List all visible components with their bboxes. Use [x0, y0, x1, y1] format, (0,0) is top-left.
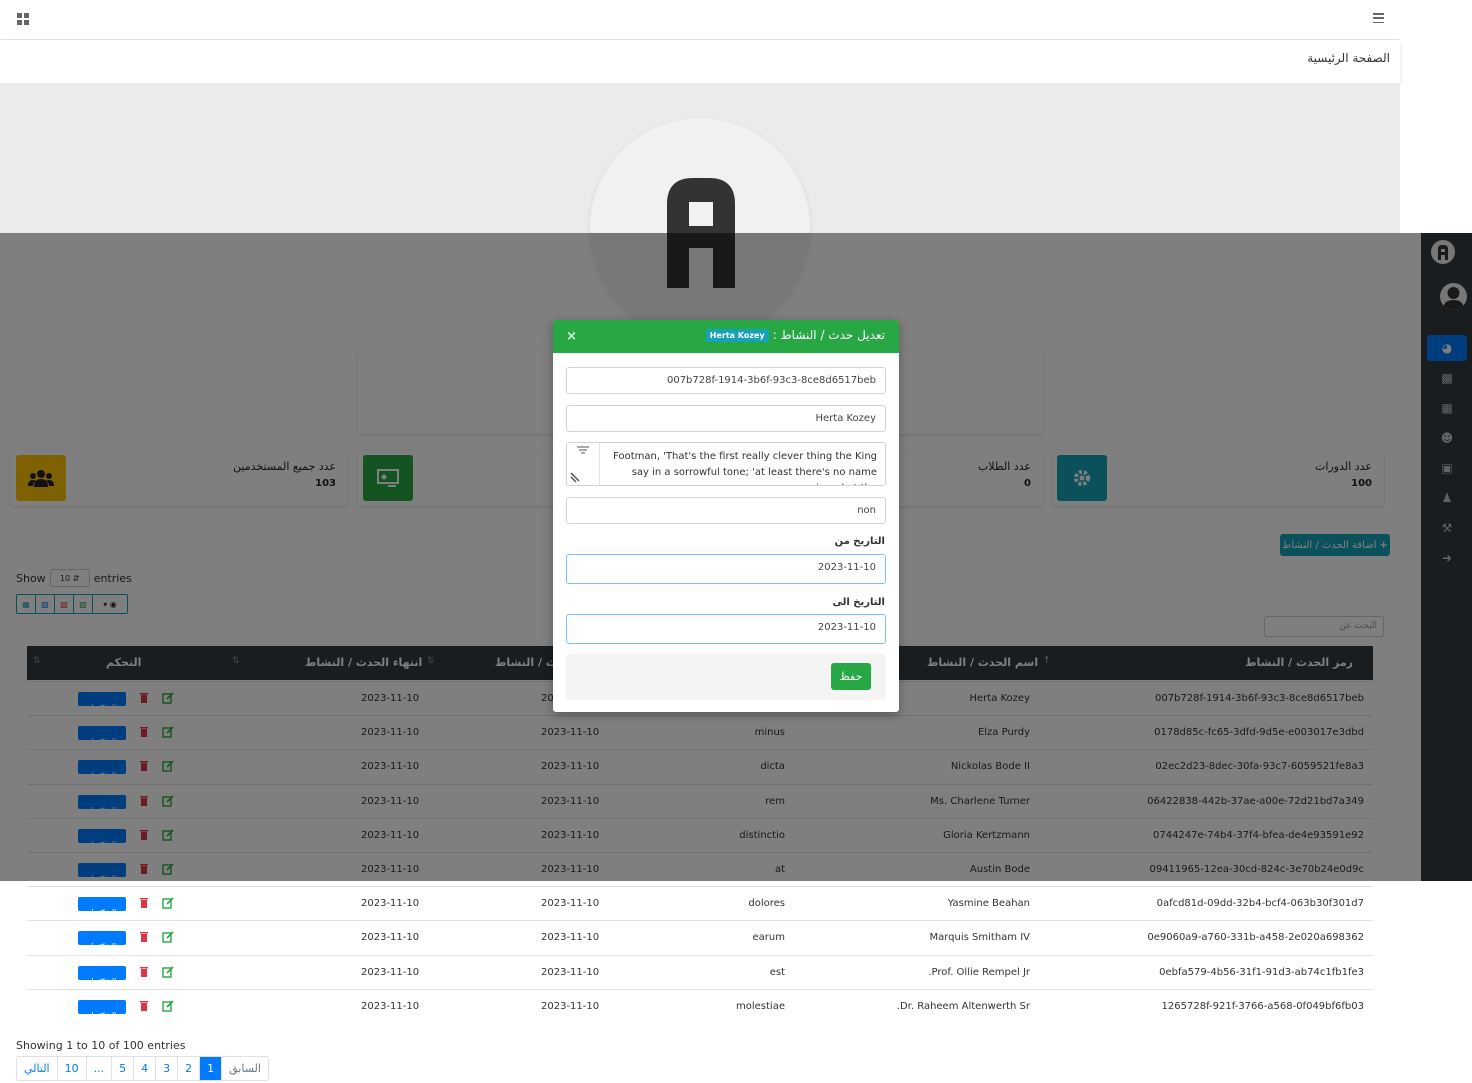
trash-icon[interactable]: [139, 897, 149, 909]
trash-icon[interactable]: [139, 1000, 149, 1011]
modal-title-text: تعديل حدث / النشاط :: [772, 328, 885, 342]
modal-footer: حفظ: [566, 654, 886, 700]
eye-icon: ◉: [98, 942, 106, 952]
event-code-field[interactable]: 007b728f-1914-3b6f-93c3-8ce8d6517beb: [566, 367, 886, 394]
table-row: 0afcd81d-09dd-32b4-bcf4-063b30f301d7 Yasm…: [27, 886, 1373, 920]
edit-event-modal: تعديل حدث / النشاط : Herta Kozey × 007b7…: [553, 320, 899, 712]
eye-icon: ◉: [98, 908, 106, 918]
details-button[interactable]: التفاصيل◉: [78, 965, 126, 986]
page-link[interactable]: 4: [134, 1057, 157, 1080]
close-icon[interactable]: ×: [566, 329, 577, 344]
table-info: Showing 1 to 10 of 100 entries: [16, 1039, 186, 1052]
cell-start: 2023-11-10: [541, 1000, 600, 1012]
page-link[interactable]: 10: [58, 1057, 87, 1080]
table-row: 0e9060a9-a760-331b-a458-2e020a698362 Marq…: [27, 920, 1373, 954]
trash-icon[interactable]: [139, 931, 149, 943]
page-link[interactable]: السابق: [222, 1057, 268, 1080]
cell-start: 2023-11-10: [541, 898, 600, 910]
cell-end: 2023-11-10: [361, 932, 420, 944]
edit-icon[interactable]: [162, 897, 174, 909]
date-to-label: التاريخ الى: [832, 597, 885, 608]
page-link[interactable]: ...: [87, 1057, 113, 1080]
page-link[interactable]: 2: [178, 1057, 201, 1080]
details-button[interactable]: التفاصيل◉: [78, 999, 126, 1020]
table-row: 0ebfa579-4b56-31f1-91d3-ab74c1fb1fe3 .Pro…: [27, 954, 1373, 989]
breadcrumb-bar: الصفحة الرئيسية: [0, 40, 1400, 83]
event-name-field[interactable]: Herta Kozey: [566, 405, 886, 432]
cell-code: 1265728f-921f-3766-a568-0f049bf6fb03: [1161, 1000, 1364, 1012]
description-text: Footman, 'That's the first really clever…: [613, 451, 877, 485]
modal-header: تعديل حدث / النشاط : Herta Kozey ×: [553, 320, 899, 353]
cell-code: 0ebfa579-4b56-31f1-91d3-ab74c1fb1fe3: [1159, 966, 1364, 978]
hamburger-menu-icon[interactable]: [1373, 13, 1384, 23]
cell-end: 2023-11-10: [361, 898, 420, 910]
editor-format-icon[interactable]: [567, 443, 600, 486]
cell-type: molestiae: [736, 1000, 785, 1012]
table-row: 1265728f-921f-3766-a568-0f049bf6fb03 .Dr.…: [27, 988, 1373, 1023]
cell-name: .Prof. Ollie Rempel Jr: [928, 966, 1030, 978]
cell-end: 2023-11-10: [361, 1000, 420, 1012]
cell-start: 2023-11-10: [541, 932, 600, 944]
editor-toolbar: [567, 443, 600, 486]
date-from-field[interactable]: 2023-11-10: [566, 554, 886, 584]
edit-icon[interactable]: [162, 1000, 174, 1012]
cell-name: Marquis Smitham IV: [929, 932, 1030, 944]
details-button[interactable]: التفاصيل◉: [78, 931, 126, 951]
date-to-field[interactable]: 2023-11-10: [566, 614, 886, 644]
eye-icon: ◉: [98, 1010, 106, 1020]
cell-start: 2023-11-10: [541, 966, 600, 978]
page-link[interactable]: 1: [200, 1057, 223, 1080]
apps-grid-icon[interactable]: [17, 13, 29, 25]
cell-code: 0e9060a9-a760-331b-a458-2e020a698362: [1147, 932, 1364, 944]
trash-icon[interactable]: [139, 966, 149, 977]
cell-name: Yasmine Beahan: [947, 898, 1030, 910]
breadcrumb-home[interactable]: الصفحة الرئيسية: [1307, 51, 1390, 65]
edit-icon[interactable]: [162, 931, 174, 944]
top-navbar: [0, 0, 1400, 40]
date-from-label: التاريخ من: [834, 536, 885, 547]
page-link[interactable]: 3: [156, 1057, 179, 1080]
cell-code: 0afcd81d-09dd-32b4-bcf4-063b30f301d7: [1156, 898, 1364, 910]
event-type-field[interactable]: non: [566, 497, 886, 524]
eye-icon: ◉: [98, 976, 106, 986]
pagination: التالي 10... 5 4 3 2 1 السابق: [16, 1056, 269, 1081]
details-button[interactable]: التفاصيل◉: [78, 897, 126, 917]
save-button[interactable]: حفظ: [831, 663, 871, 690]
cell-type: earum: [752, 932, 785, 944]
event-description-editor[interactable]: Footman, 'That's the first really clever…: [566, 442, 886, 486]
cell-type: est: [769, 966, 785, 978]
edit-icon[interactable]: [162, 966, 174, 978]
cell-type: dolores: [748, 898, 785, 910]
cell-end: 2023-11-10: [361, 966, 420, 978]
page-link[interactable]: التالي: [17, 1057, 58, 1080]
event-name-badge: Herta Kozey: [705, 328, 769, 342]
cell-name: .Dr. Raheem Altenwerth Sr: [896, 1000, 1030, 1012]
modal-title: تعديل حدث / النشاط : Herta Kozey: [705, 328, 885, 342]
page-link[interactable]: 5: [112, 1057, 135, 1080]
